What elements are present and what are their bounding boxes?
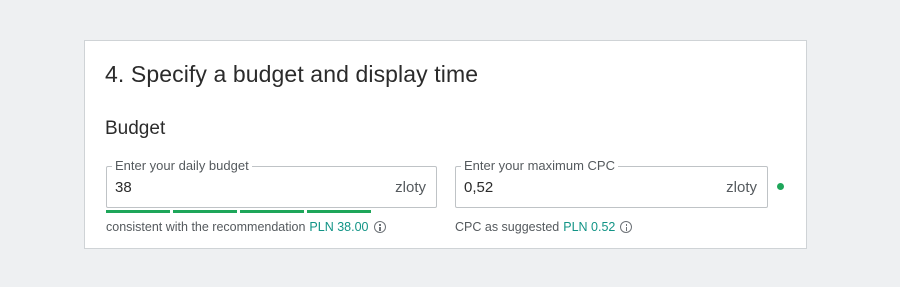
strength-segment <box>173 210 237 213</box>
daily-budget-recommended-amount: PLN 38.00 <box>309 220 369 234</box>
budget-strength-meter <box>106 210 371 213</box>
strength-segment <box>106 210 170 213</box>
max-cpc-label: Enter your maximum CPC <box>461 158 618 174</box>
max-cpc-input[interactable]: 0,52 <box>464 178 493 198</box>
daily-budget-label: Enter your daily budget <box>112 158 252 174</box>
budget-card: 4. Specify a budget and display time Bud… <box>84 40 807 249</box>
daily-budget-hint: consistent with the recommendation PLN 3… <box>106 218 386 236</box>
daily-budget-unit: zloty <box>395 179 426 196</box>
strength-segment <box>240 210 304 213</box>
max-cpc-suggested-amount: PLN 0.52 <box>563 220 616 234</box>
max-cpc-field[interactable]: Enter your maximum CPC 0,52 zloty <box>455 158 768 208</box>
daily-budget-input[interactable]: 38 <box>115 178 132 198</box>
max-cpc-unit: zloty <box>726 179 757 196</box>
section-title: 4. Specify a budget and display time <box>105 61 479 87</box>
daily-budget-field[interactable]: Enter your daily budget 38 zloty <box>106 158 437 208</box>
info-icon[interactable] <box>373 221 386 233</box>
strength-segment <box>307 210 371 213</box>
budget-heading: Budget <box>105 118 166 139</box>
info-icon[interactable] <box>620 221 633 233</box>
daily-budget-hint-text: consistent with the recommendation <box>106 220 306 234</box>
max-cpc-hint: CPC as suggested PLN 0.52 <box>455 218 633 236</box>
max-cpc-hint-text: CPC as suggested <box>455 220 560 234</box>
valid-status-dot-icon <box>777 183 784 190</box>
